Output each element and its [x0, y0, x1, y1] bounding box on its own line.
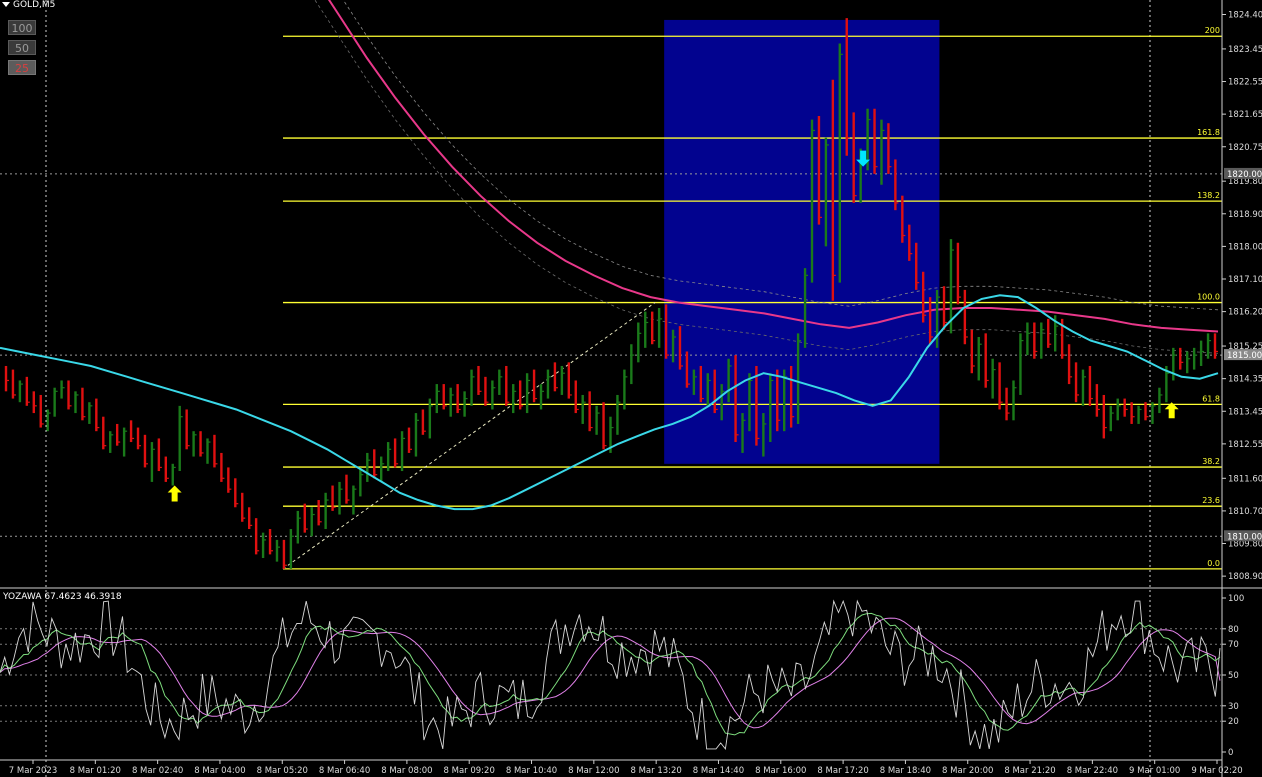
- fib-level-label: 138.2: [1197, 191, 1220, 200]
- time-tick-label: 8 Mar 08:00: [381, 766, 432, 776]
- price-tick-label: 1823.45: [1228, 45, 1262, 55]
- symbol-text: GOLD,M5: [13, 0, 56, 10]
- osc-tick-label: 50: [1228, 671, 1239, 681]
- osc-tick-label: 30: [1228, 702, 1239, 712]
- time-tick-label: 9 Mar 02:20: [1191, 766, 1242, 776]
- fib-level-label: 0.0: [1207, 559, 1220, 568]
- time-tick-label: 8 Mar 20:00: [942, 766, 993, 776]
- time-tick-label: 8 Mar 01:20: [70, 766, 121, 776]
- symbol-label: GOLD,M5: [2, 0, 55, 10]
- price-tick-label: 1820.75: [1228, 143, 1262, 153]
- indicator-label: YOZAWA 67.4623 46.3918: [3, 592, 122, 602]
- price-marker-label: 1820.00: [1227, 170, 1262, 180]
- fib-level-label: 161.8: [1197, 128, 1220, 137]
- time-tick-label: 8 Mar 06:40: [319, 766, 370, 776]
- highlight-zone: [664, 19, 940, 464]
- price-tick-label: 1816.20: [1228, 308, 1262, 318]
- osc-tick-label: 70: [1228, 640, 1239, 650]
- price-tick-label: 1812.55: [1228, 440, 1262, 450]
- time-tick-label: 7 Mar 2023: [9, 766, 57, 776]
- chart-background: [0, 0, 1262, 777]
- zoom-25-button[interactable]: 25: [8, 60, 36, 75]
- time-tick-label: 8 Mar 16:00: [755, 766, 806, 776]
- time-tick-label: 8 Mar 12:00: [568, 766, 619, 776]
- osc-tick-label: 100: [1228, 594, 1244, 604]
- osc-tick-label: 20: [1228, 717, 1239, 727]
- time-tick-label: 8 Mar 13:20: [630, 766, 681, 776]
- time-tick-label: 8 Mar 05:20: [257, 766, 308, 776]
- zoom-50-button[interactable]: 50: [8, 40, 36, 55]
- price-tick-label: 1818.90: [1228, 210, 1262, 220]
- trading-chart[interactable]: 0.023.638.261.8100.0138.2161.82001824.40…: [0, 0, 1262, 777]
- time-tick-label: 8 Mar 17:20: [817, 766, 868, 776]
- fib-level-label: 38.2: [1202, 457, 1220, 466]
- time-tick-label: 8 Mar 22:40: [1067, 766, 1118, 776]
- fib-level-label: 100.0: [1197, 293, 1220, 302]
- price-tick-label: 1814.35: [1228, 375, 1262, 385]
- time-tick-label: 8 Mar 09:20: [444, 766, 495, 776]
- time-tick-label: 8 Mar 04:00: [194, 766, 245, 776]
- price-tick-label: 1808.90: [1228, 572, 1262, 582]
- price-tick-label: 1818.00: [1228, 242, 1262, 252]
- time-tick-label: 8 Mar 21:20: [1004, 766, 1055, 776]
- price-tick-label: 1813.45: [1228, 407, 1262, 417]
- price-tick-label: 1810.70: [1228, 507, 1262, 517]
- price-marker-label: 1815.00: [1227, 351, 1262, 361]
- time-tick-label: 8 Mar 18:40: [880, 766, 931, 776]
- price-tick-label: 1811.60: [1228, 474, 1262, 484]
- price-tick-label: 1822.55: [1228, 78, 1262, 88]
- zoom-100-button[interactable]: 100: [8, 20, 36, 35]
- fib-level-label: 23.6: [1202, 496, 1220, 505]
- price-tick-label: 1821.65: [1228, 110, 1262, 120]
- price-tick-label: 1824.40: [1228, 10, 1262, 20]
- fib-level-label: 61.8: [1202, 394, 1220, 403]
- time-tick-label: 8 Mar 14:40: [693, 766, 744, 776]
- price-marker-label: 1810.00: [1227, 532, 1262, 542]
- time-tick-label: 8 Mar 10:40: [506, 766, 557, 776]
- time-tick-label: 9 Mar 01:00: [1129, 766, 1180, 776]
- osc-tick-label: 80: [1228, 625, 1239, 635]
- price-tick-label: 1817.10: [1228, 275, 1262, 285]
- osc-tick-label: 0: [1228, 748, 1233, 758]
- time-tick-label: 8 Mar 02:40: [132, 766, 183, 776]
- dropdown-triangle-icon[interactable]: [2, 2, 10, 7]
- fib-level-label: 200: [1205, 26, 1220, 35]
